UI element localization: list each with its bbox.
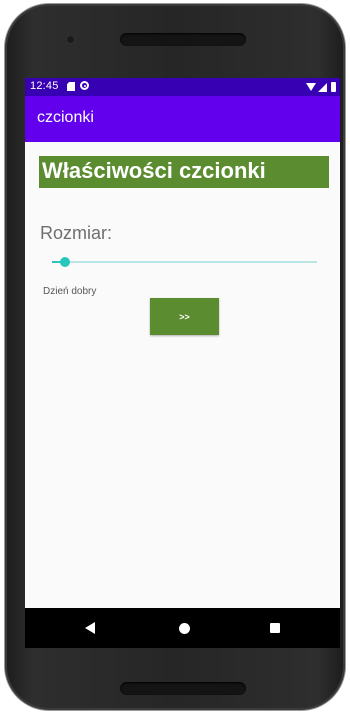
app-title: czcionki bbox=[37, 109, 94, 126]
size-slider[interactable] bbox=[52, 255, 317, 269]
font-properties-title: Właściwości czcionki bbox=[42, 158, 266, 183]
recents-icon[interactable] bbox=[270, 623, 280, 633]
sample-text: Dzień dobry bbox=[43, 286, 97, 297]
bottom-speaker-grille bbox=[120, 682, 246, 695]
status-bar: 12:45 bbox=[25, 78, 340, 96]
status-icons-right bbox=[306, 81, 336, 93]
app-bar: czcionki bbox=[25, 96, 340, 142]
font-properties-header: Właściwości czcionki bbox=[39, 156, 329, 188]
battery-icon bbox=[331, 82, 336, 92]
signal-icon bbox=[318, 82, 327, 92]
phone-frame: 12:45 czcionki Właściwości czcionki Rozm… bbox=[5, 4, 345, 710]
device-screen: 12:45 czcionki Właściwości czcionki Rozm… bbox=[25, 78, 340, 648]
top-speaker-grille bbox=[120, 33, 246, 46]
next-button[interactable]: >> bbox=[150, 298, 219, 335]
slider-thumb[interactable] bbox=[60, 257, 70, 267]
sync-icon bbox=[80, 81, 89, 90]
slider-track[interactable] bbox=[52, 261, 317, 263]
status-time: 12:45 bbox=[30, 80, 59, 92]
size-label: Rozmiar: bbox=[40, 223, 113, 243]
sd-card-icon bbox=[67, 82, 75, 91]
wifi-icon bbox=[306, 83, 316, 91]
front-camera bbox=[67, 36, 74, 43]
back-icon[interactable] bbox=[85, 622, 95, 634]
home-icon[interactable] bbox=[179, 623, 190, 634]
navigation-bar bbox=[25, 608, 340, 648]
